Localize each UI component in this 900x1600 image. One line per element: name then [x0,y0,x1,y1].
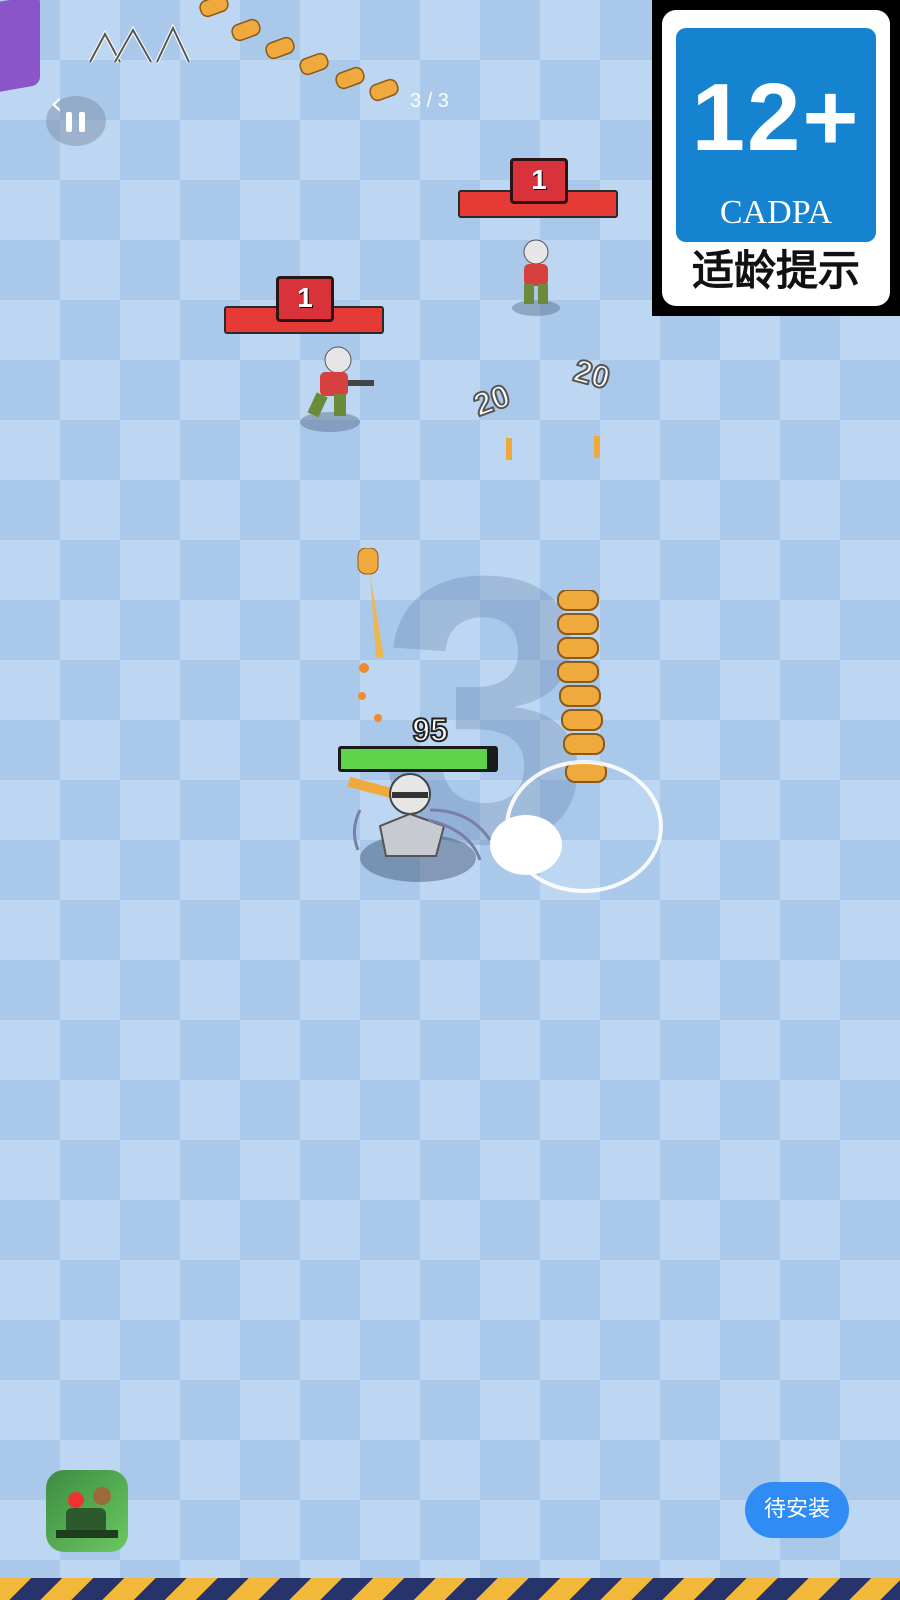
damage-number: 20 [569,351,615,397]
age-rating-org: CADPA [719,194,833,231]
hazard-strip [0,1578,900,1600]
age-rating-badge: 12+ CADPA 适龄提示 [652,0,900,316]
install-button[interactable]: 待安装 [745,1482,849,1538]
player-health-value: 95 [411,711,449,749]
chevron-left-icon[interactable]: ‹ [50,87,100,119]
enemy-soldier[interactable] [506,238,566,318]
player-health-fill [341,749,487,769]
age-rating-value: 12+ [691,64,861,171]
age-rating-caption: 适龄提示 [691,246,860,295]
fire-bullet [357,548,384,722]
bullet-shell [506,438,512,460]
purple-obstacle [0,0,40,96]
crown-icon [88,23,191,63]
age-rating-panel: 12+ CADPA [676,28,876,242]
player-health-bar [338,746,498,772]
enemy-level-badge: 1 [510,158,568,204]
player-robot [347,773,492,882]
app-icon[interactable] [46,1470,128,1552]
game-scene[interactable]: 3 ‹ 3 / 3 12+ CADPA 适龄提示 1 1 20 20 95 待安… [0,0,900,1600]
enemy-level-badge: 1 [276,276,334,322]
bullet-trail [199,0,399,102]
joystick-knob[interactable] [490,815,562,875]
page-indicator: 3 / 3 [410,90,449,112]
enemy-soldier[interactable] [290,346,380,436]
damage-number: 20 [468,376,516,424]
bullet-shell [594,436,600,458]
